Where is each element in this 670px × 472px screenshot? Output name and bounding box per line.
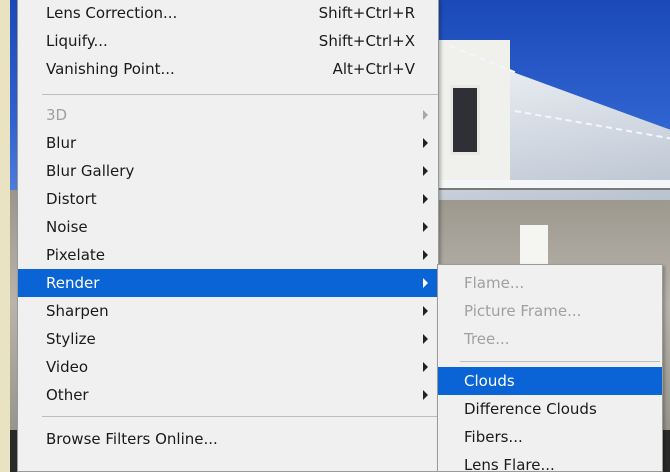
submenu-arrow-icon [423, 194, 428, 204]
submenu-arrow-icon [423, 334, 428, 344]
submenu-arrow-icon [423, 278, 428, 288]
submenu-item-label: Lens Flare... [464, 456, 555, 472]
menu-item-pixelate[interactable]: Pixelate [18, 241, 438, 269]
menu-item-label: Liquify... [46, 32, 108, 50]
submenu-arrow-icon [423, 390, 428, 400]
menu-item-label: Video [46, 358, 89, 376]
menu-item-browse-filters-online[interactable]: Browse Filters Online... [18, 425, 438, 453]
menu-separator [42, 94, 438, 95]
submenu-arrow-icon [423, 138, 428, 148]
menu-item-label: Blur [46, 134, 77, 152]
menu-item-vanishing-point[interactable]: Vanishing Point... Alt+Ctrl+V [18, 55, 438, 83]
menu-item-label: Sharpen [46, 302, 109, 320]
filter-menu: Lens Correction... Shift+Ctrl+R Liquify.… [17, 0, 439, 472]
submenu-item-label: Picture Frame... [464, 302, 582, 320]
submenu-arrow-icon [423, 362, 428, 372]
menu-item-blur[interactable]: Blur [18, 129, 438, 157]
menu-item-other[interactable]: Other [18, 381, 438, 409]
submenu-item-lens-flare[interactable]: Lens Flare... [438, 451, 662, 472]
submenu-arrow-icon [423, 166, 428, 176]
photo-window [450, 85, 480, 155]
photo-roof-edge [410, 180, 670, 190]
menu-item-stylize[interactable]: Stylize [18, 325, 438, 353]
submenu-arrow-icon [423, 110, 428, 120]
menu-item-label: Browse Filters Online... [46, 430, 218, 448]
menu-item-label: Stylize [46, 330, 96, 348]
menu-item-3d[interactable]: 3D [18, 101, 438, 129]
photo-column [520, 225, 548, 265]
menu-separator [42, 416, 438, 417]
submenu-item-tree[interactable]: Tree... [438, 325, 662, 353]
menu-item-label: 3D [46, 106, 68, 124]
menu-item-render[interactable]: Render [18, 269, 438, 297]
submenu-arrow-icon [423, 222, 428, 232]
submenu-item-label: Clouds [464, 372, 515, 390]
menu-item-label: Render [46, 274, 100, 292]
submenu-arrow-icon [423, 250, 428, 260]
submenu-item-fibers[interactable]: Fibers... [438, 423, 662, 451]
submenu-item-label: Fibers... [464, 428, 523, 446]
submenu-item-label: Flame... [464, 274, 525, 292]
menu-item-label: Noise [46, 218, 88, 236]
menu-item-shortcut: Shift+Ctrl+R [318, 4, 415, 22]
menu-item-noise[interactable]: Noise [18, 213, 438, 241]
menu-item-sharpen[interactable]: Sharpen [18, 297, 438, 325]
menu-item-shortcut: Shift+Ctrl+X [318, 32, 415, 50]
menu-item-label: Lens Correction... [46, 4, 178, 22]
menu-item-label: Blur Gallery [46, 162, 135, 180]
screenshot-stage: Lens Correction... Shift+Ctrl+R Liquify.… [0, 0, 670, 472]
menu-item-blur-gallery[interactable]: Blur Gallery [18, 157, 438, 185]
submenu-item-flame[interactable]: Flame... [438, 269, 662, 297]
menu-item-label: Other [46, 386, 89, 404]
submenu-item-clouds[interactable]: Clouds [438, 367, 662, 395]
submenu-item-picture-frame[interactable]: Picture Frame... [438, 297, 662, 325]
menu-item-shortcut: Alt+Ctrl+V [332, 60, 415, 78]
submenu-item-label: Tree... [464, 330, 510, 348]
menu-item-label: Distort [46, 190, 97, 208]
menu-item-label: Vanishing Point... [46, 60, 175, 78]
menu-item-lens-correction[interactable]: Lens Correction... Shift+Ctrl+R [18, 0, 438, 27]
submenu-item-label: Difference Clouds [464, 400, 597, 418]
submenu-separator [460, 361, 660, 362]
menu-item-label: Pixelate [46, 246, 105, 264]
menu-item-video[interactable]: Video [18, 353, 438, 381]
menu-item-distort[interactable]: Distort [18, 185, 438, 213]
menu-item-liquify[interactable]: Liquify... Shift+Ctrl+X [18, 27, 438, 55]
render-submenu: Flame... Picture Frame... Tree... Clouds… [437, 264, 663, 472]
submenu-arrow-icon [423, 306, 428, 316]
submenu-item-difference-clouds[interactable]: Difference Clouds [438, 395, 662, 423]
